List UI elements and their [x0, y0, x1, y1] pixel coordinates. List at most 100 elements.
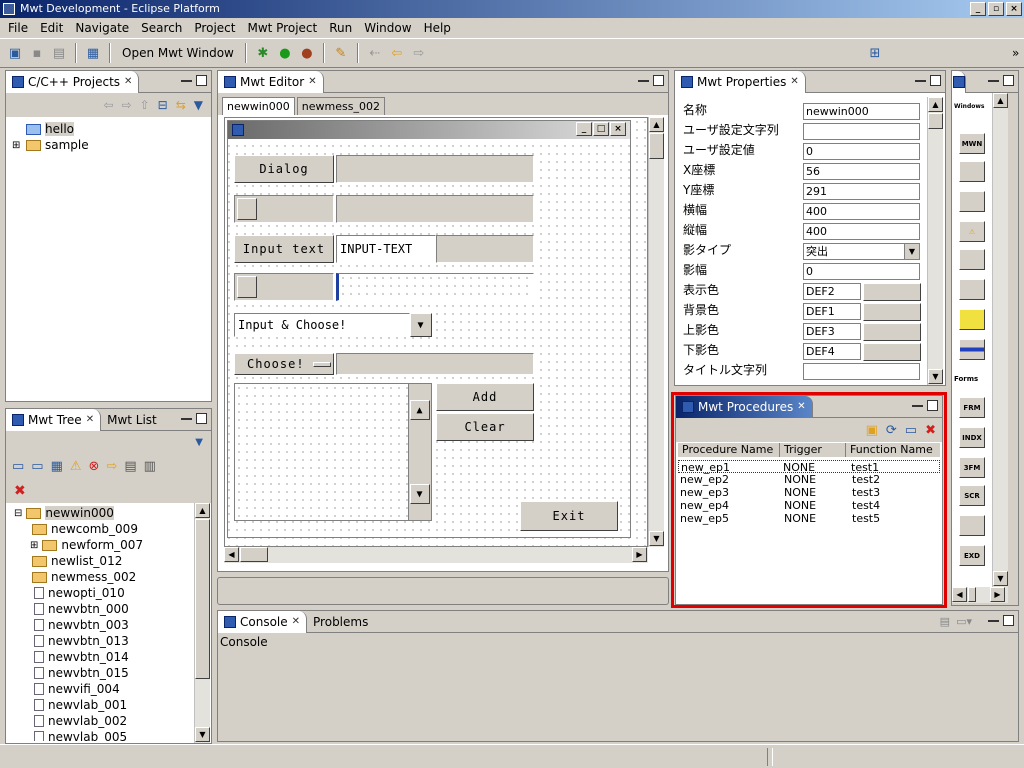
window-icon[interactable]: ▭ [12, 459, 24, 474]
maximize-icon[interactable] [196, 75, 207, 86]
palette-item[interactable] [959, 249, 985, 270]
clear-button[interactable]: Clear [436, 413, 534, 441]
input-text-button[interactable]: Input text [234, 235, 334, 263]
menu-search[interactable]: Search [135, 21, 188, 35]
slider-2[interactable] [234, 273, 334, 301]
list-box[interactable] [234, 383, 410, 521]
editor-vscrollbar[interactable]: ▲ ▼ [648, 117, 664, 547]
minimize-icon[interactable] [181, 75, 192, 82]
palette-item[interactable] [959, 161, 985, 182]
menu-project[interactable]: Project [188, 21, 241, 35]
tab-mwt-editor[interactable]: Mwt Editor ✕ [218, 70, 324, 93]
tree-item[interactable]: newvbtn_013 [14, 633, 194, 649]
minimize-icon[interactable] [988, 615, 999, 622]
palette-item[interactable]: EXD [959, 545, 985, 566]
palette-item[interactable]: INDX [959, 427, 985, 448]
link-editor-icon[interactable]: ⇆ [176, 98, 186, 112]
maximize-button[interactable]: ▫ [988, 2, 1004, 16]
combo-dropdown-icon[interactable]: ▼ [410, 313, 432, 337]
minimize-icon[interactable] [912, 400, 923, 407]
tree-item[interactable]: newvlab_002 [14, 713, 194, 729]
dialog-button[interactable]: Dialog [234, 155, 334, 183]
slider-1[interactable] [234, 195, 334, 223]
menu-run[interactable]: Run [323, 21, 358, 35]
menu-file[interactable]: File [2, 21, 34, 35]
list-scrollbar[interactable]: ▲ ▼ [408, 383, 432, 521]
arrow-icon[interactable]: ⇨ [106, 459, 117, 474]
tab-mwt-procedures[interactable]: Mwt Procedures ✕ [676, 395, 813, 418]
maximize-icon[interactable] [196, 413, 207, 424]
forward-icon[interactable]: ⇨ [410, 44, 428, 62]
exit-button[interactable]: Exit [520, 501, 618, 531]
tab-mwt-properties[interactable]: Mwt Properties ✕ [675, 70, 806, 93]
shadow-type-select[interactable]: 突出 ▼ [803, 243, 920, 260]
back-icon[interactable]: ⇦ [388, 44, 406, 62]
new-icon[interactable]: ▣ [6, 44, 24, 62]
column-header[interactable]: Function Name [846, 443, 940, 457]
save-icon[interactable]: ▪ [28, 44, 46, 62]
table-row[interactable]: new_ep1 NONE test1 [678, 460, 940, 474]
designed-window-titlebar[interactable]: _ □ × [228, 121, 630, 139]
tab-mwt-tree[interactable]: Mwt Tree ✕ [6, 408, 102, 431]
up-icon[interactable]: ⇧ [140, 98, 150, 112]
tab-problems[interactable]: Problems [307, 611, 374, 633]
menu-help[interactable]: Help [418, 21, 457, 35]
prop-value[interactable]: DEF4 [803, 343, 861, 360]
column-header[interactable]: Trigger [780, 443, 846, 457]
table-row[interactable]: new_ep3 NONE test3 [680, 486, 880, 499]
palette-item[interactable] [959, 191, 985, 212]
palette-item[interactable] [959, 309, 985, 330]
prop-value[interactable] [803, 363, 920, 380]
prop-value[interactable]: 0 [803, 263, 920, 280]
color-picker-button[interactable] [863, 343, 921, 361]
pen-icon[interactable]: ✎ [332, 44, 350, 62]
collapse-all-icon[interactable]: ⊟ [158, 98, 168, 112]
run-icon[interactable]: ● [276, 44, 294, 62]
tree-item[interactable]: newcomb_009 [14, 521, 194, 537]
list-scroll-down-icon[interactable]: ▼ [410, 484, 430, 504]
editor-canvas[interactable]: _ □ × Dialog Input text INPUT-TEXT Input… [224, 117, 648, 547]
close-icon[interactable]: ✕ [790, 76, 798, 87]
tab-palette[interactable] [952, 70, 966, 93]
maximize-icon[interactable] [927, 400, 938, 411]
view-menu-icon[interactable]: ▼ [195, 437, 203, 448]
tree-item[interactable]: newmess_002 [14, 569, 194, 585]
add-button[interactable]: Add [436, 383, 534, 411]
menu-mwt-project[interactable]: Mwt Project [241, 21, 323, 35]
close-icon[interactable]: ✕ [797, 401, 805, 412]
palette-item[interactable] [959, 279, 985, 300]
debug-icon[interactable]: ✱ [254, 44, 272, 62]
tree-item[interactable]: newvbtn_003 [14, 617, 194, 633]
open-mwt-window-button[interactable]: Open Mwt Window [118, 46, 238, 60]
subtab-newmess-002[interactable]: newmess_002 [296, 97, 385, 115]
editor-hscrollbar[interactable]: ◀ ▶ [224, 547, 648, 563]
group-icon[interactable]: ▦ [51, 459, 63, 474]
choose-button[interactable]: Choose! [234, 353, 334, 375]
minimize-icon[interactable] [915, 75, 926, 82]
palette-item[interactable]: ⚠ [959, 221, 985, 242]
menu-window[interactable]: Window [358, 21, 417, 35]
column-header[interactable]: Procedure Name [678, 443, 780, 457]
palette-hscrollbar[interactable]: ◀ ▶ [952, 587, 1008, 603]
warning-icon[interactable]: ⚠ [70, 459, 82, 474]
subtab-newwin000[interactable]: newwin000 [222, 97, 295, 115]
more-chevron-icon[interactable]: » [1008, 46, 1023, 60]
prop-value[interactable]: 291 [803, 183, 920, 200]
minimize-icon[interactable] [638, 75, 649, 82]
palette-item[interactable]: FRM [959, 397, 985, 418]
palette-item[interactable] [959, 515, 985, 536]
table-row[interactable]: new_ep4 NONE test4 [680, 499, 880, 512]
delete-icon[interactable]: ✖ [14, 483, 26, 499]
external-tools-icon[interactable]: ● [298, 44, 316, 62]
input-text-field[interactable]: INPUT-TEXT [336, 235, 436, 263]
tree-item[interactable]: newvbtn_000 [14, 601, 194, 617]
tab-mwt-list[interactable]: Mwt List [101, 409, 163, 431]
table-row[interactable]: new_ep2 NONE test2 [680, 473, 880, 486]
tab-cpp-projects[interactable]: C/C++ Projects ✕ [6, 70, 140, 93]
minimize-icon[interactable] [988, 75, 999, 82]
tree-scrollbar[interactable]: ▲ ▼ [194, 503, 210, 743]
prop-value[interactable]: 0 [803, 143, 920, 160]
back-edit-icon[interactable]: ⇠ [366, 44, 384, 62]
pin-console-icon[interactable]: ▤ [940, 615, 950, 628]
close-icon[interactable]: ✕ [292, 616, 300, 627]
